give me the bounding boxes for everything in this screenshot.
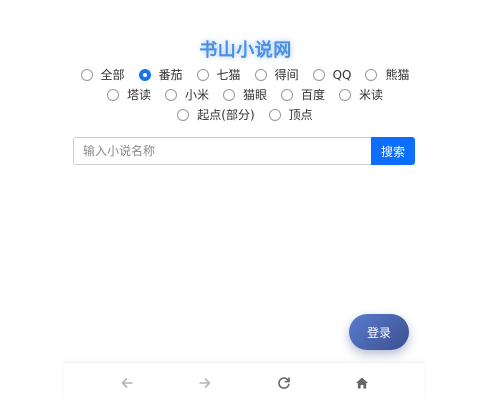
source-option-label: 熊猫 — [385, 68, 410, 82]
forward-arrow-icon — [198, 376, 212, 390]
login-button[interactable]: 登录 — [349, 314, 409, 350]
source-option-midu[interactable]: 米读 — [339, 86, 383, 103]
home-icon — [355, 376, 369, 390]
source-option-label: 顶点 — [288, 108, 313, 122]
source-option-label: 得间 — [274, 68, 299, 82]
source-option-label: 全部 — [100, 68, 125, 82]
radio-circle[interactable] — [281, 88, 293, 101]
back-button[interactable] — [119, 375, 135, 391]
source-option-label: QQ — [332, 67, 352, 82]
source-option-label: 塔读 — [126, 88, 151, 102]
forward-button[interactable] — [197, 375, 213, 391]
source-option-xiaomi[interactable]: 小米 — [164, 86, 209, 103]
source-option-label: 七猫 — [216, 68, 241, 82]
radio-circle[interactable] — [254, 68, 267, 81]
radio-circle[interactable] — [80, 68, 93, 81]
search-input[interactable] — [73, 137, 371, 165]
source-option-all[interactable]: 全部 — [80, 66, 125, 83]
source-option-qimao[interactable]: 七猫 — [196, 66, 241, 83]
page: 书山小说网 全部 番茄 七猫 得间 QQ 熊猫 塔读 小米 猫眼 百度 米读 起… — [0, 0, 491, 400]
home-button[interactable] — [354, 375, 370, 391]
source-option-label: 米读 — [359, 88, 384, 102]
radio-circle[interactable] — [138, 68, 151, 81]
radio-circle[interactable] — [177, 108, 190, 121]
radio-circle[interactable] — [222, 88, 235, 101]
radio-circle[interactable] — [312, 68, 325, 81]
back-arrow-icon — [120, 376, 134, 390]
source-option-xiongmao[interactable]: 熊猫 — [365, 66, 409, 83]
source-option-label: 猫眼 — [242, 88, 267, 102]
radio-circle[interactable] — [268, 108, 281, 121]
site-title: 书山小说网 — [199, 40, 292, 61]
source-option-qidian[interactable]: 起点(部分) — [177, 106, 255, 123]
source-option-tadu[interactable]: 塔读 — [106, 86, 151, 103]
radio-circle[interactable] — [106, 88, 119, 101]
bottom-nav-bar — [64, 362, 424, 400]
source-option-label: 小米 — [184, 88, 209, 102]
source-option-label: 百度 — [301, 88, 326, 102]
refresh-button[interactable] — [276, 375, 292, 391]
radio-circle[interactable] — [365, 68, 378, 81]
radio-circle[interactable] — [164, 88, 177, 101]
radio-circle[interactable] — [196, 68, 209, 81]
radio-circle[interactable] — [339, 88, 352, 101]
source-option-fanqie[interactable]: 番茄 — [138, 66, 183, 83]
source-option-dejian[interactable]: 得间 — [254, 66, 299, 83]
refresh-icon — [277, 376, 291, 390]
search-bar: 搜索 — [73, 137, 415, 165]
source-option-baidu[interactable]: 百度 — [281, 86, 325, 103]
source-option-qq[interactable]: QQ — [312, 66, 352, 83]
source-option-label: 起点(部分) — [197, 108, 255, 122]
source-option-label: 番茄 — [158, 68, 183, 82]
search-button[interactable]: 搜索 — [371, 137, 415, 165]
source-radio-group: 全部 番茄 七猫 得间 QQ 熊猫 塔读 小米 猫眼 百度 米读 起点(部分) … — [62, 66, 428, 123]
source-option-maoyan[interactable]: 猫眼 — [222, 86, 267, 103]
source-option-dingdian[interactable]: 顶点 — [268, 106, 313, 123]
